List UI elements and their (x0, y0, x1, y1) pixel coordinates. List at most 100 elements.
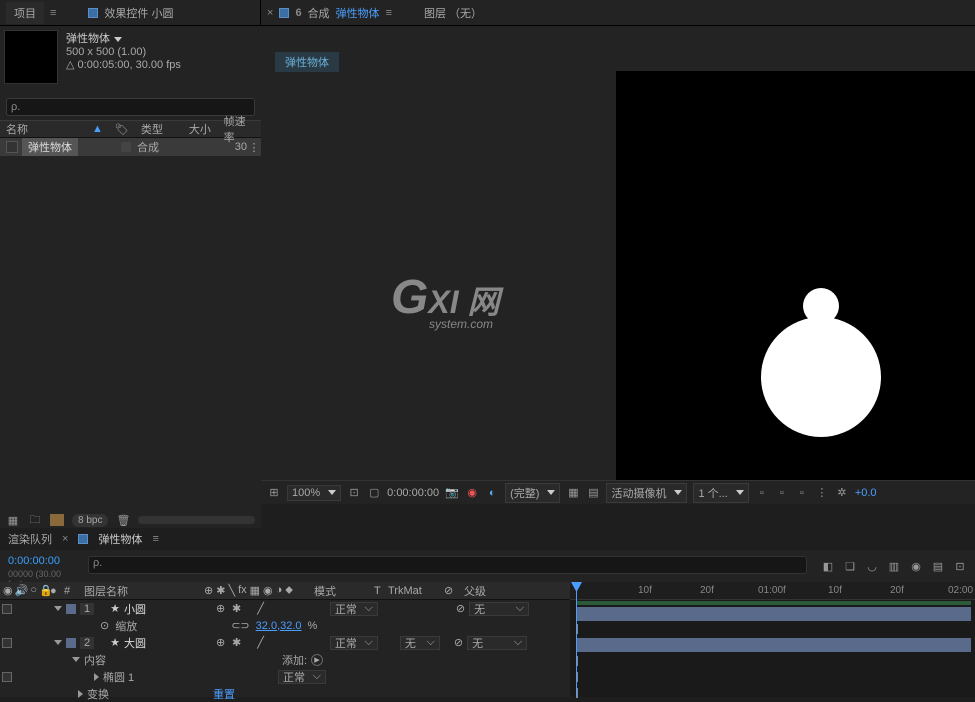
project-item-name[interactable]: 弹性物体 (22, 138, 78, 156)
trash-icon[interactable]: 🗑 (116, 513, 130, 527)
expand-transform[interactable] (78, 690, 83, 698)
grid-icon[interactable]: ▦ (566, 486, 580, 500)
layer-2-duration-bar[interactable] (576, 638, 971, 652)
roi-icon[interactable]: ▢ (367, 486, 381, 500)
switch-icon-2[interactable]: ✱ (216, 584, 225, 597)
timeline-search-input[interactable]: ρ. (88, 556, 807, 574)
shy-icon[interactable]: ◡ (865, 559, 879, 573)
mode-dropdown-1[interactable]: 正常⌵ (330, 602, 378, 616)
label-col[interactable]: ● (50, 585, 64, 597)
layer-1-duration-bar[interactable] (576, 607, 971, 621)
content-group-label[interactable]: 内容 (84, 652, 278, 668)
col-mode[interactable]: 模式 (314, 583, 374, 599)
reset-exposure-icon[interactable]: ✲ (835, 486, 849, 500)
sort-icon[interactable]: ▲ (86, 123, 109, 135)
item-menu-icon[interactable]: ⋮ (247, 141, 261, 154)
interpret-icon[interactable]: ▦ (6, 513, 20, 527)
tl-icon-2[interactable]: ❏ (843, 559, 857, 573)
pixel-aspect-icon[interactable]: ▫ (755, 486, 769, 500)
tl-tab-menu-icon[interactable]: ≡ (152, 533, 158, 545)
label-color-2[interactable] (66, 638, 76, 648)
time-ruler[interactable]: 10f 20f 01:00f 10f 20f 02:00 (570, 582, 975, 600)
new-folder-icon[interactable]: 🗀 (28, 513, 42, 527)
color-mgmt-icon[interactable]: ◐ (485, 486, 499, 500)
panel-menu-icon[interactable]: ≡ (50, 7, 56, 19)
switch-icon-6[interactable]: ◉ (263, 584, 273, 597)
render-queue-tab[interactable]: 渲染队列 (8, 531, 52, 547)
comp-thumbnail[interactable] (4, 30, 58, 84)
channel-icon[interactable]: ◉ (465, 486, 479, 500)
expand-layer-1[interactable] (54, 606, 62, 611)
eye-col-icon[interactable]: ◉ (3, 584, 13, 597)
solo-col-icon[interactable]: ○ (30, 584, 37, 597)
label-color[interactable] (121, 142, 131, 152)
quality-dropdown[interactable]: (完整) (505, 483, 560, 503)
tl-icon-7[interactable]: ⊡ (953, 559, 967, 573)
lock-icon[interactable]: 6 (295, 7, 301, 19)
ellipse-mode-dropdown[interactable]: 正常⌵ (278, 670, 326, 684)
parent-link-col-icon[interactable]: ⊘ (444, 584, 464, 597)
expand-content[interactable] (72, 657, 80, 662)
exposure-value[interactable]: +0.0 (855, 487, 877, 499)
project-tab[interactable]: 项目 (6, 2, 44, 24)
layer-name-1[interactable]: 小圆 (124, 601, 212, 617)
layer-name-2[interactable]: 大圆 (124, 635, 212, 651)
dropdown-icon[interactable] (114, 37, 122, 42)
viewer-sub-tab[interactable]: 弹性物体 (275, 52, 339, 72)
expand-ellipse[interactable] (94, 673, 99, 681)
flowchart-icon[interactable]: ⋮ (815, 486, 829, 500)
scroll-bar[interactable] (138, 516, 255, 524)
layer-tab[interactable]: 图层 （无） (424, 5, 482, 21)
close-tab-icon[interactable]: × (267, 7, 273, 19)
big-circle-shape[interactable] (761, 317, 881, 437)
tab-close-icon[interactable]: × (62, 533, 68, 545)
col-layer-name[interactable]: 图层名称 (84, 583, 204, 599)
switch-icon-1[interactable]: ⊕ (204, 584, 213, 597)
add-button[interactable]: ▸ (311, 654, 323, 666)
effects-tab[interactable]: 效果控件 小圆 (104, 5, 173, 21)
bpc-button[interactable]: 8 bpc (72, 514, 108, 527)
col-size[interactable]: 大小 (183, 121, 218, 137)
project-item-row[interactable]: 弹性物体 合成 30 ⋮ (0, 138, 261, 156)
snapshot-icon[interactable]: 📷 (445, 486, 459, 500)
switch-icon-5[interactable]: ▦ (250, 584, 260, 597)
label-color-1[interactable] (66, 604, 76, 614)
switch-icon-7[interactable]: ◑ (276, 584, 283, 597)
small-circle-shape[interactable] (803, 288, 839, 324)
magnify-icon[interactable]: ⊞ (267, 486, 281, 500)
visibility-toggle-2[interactable] (2, 638, 12, 648)
viewer-time[interactable]: 0:00:00:00 (387, 487, 439, 499)
resolution-icon[interactable]: ⊡ (347, 486, 361, 500)
frame-blend-icon[interactable]: ▥ (887, 559, 901, 573)
visibility-toggle-1[interactable] (2, 604, 12, 614)
switch-icon-3[interactable]: ╲ (228, 584, 235, 597)
switch-icon-8[interactable]: ⬥ (285, 584, 293, 597)
scale-property-label[interactable]: 缩放 (115, 618, 137, 634)
tl-icon-1[interactable]: ◧ (821, 559, 835, 573)
visibility-toggle-ellipse[interactable] (2, 672, 12, 682)
graph-editor-icon[interactable]: ▤ (931, 559, 945, 573)
col-type[interactable]: 类型 (135, 121, 183, 137)
col-trkmat[interactable]: TrkMat (388, 585, 444, 597)
ellipse-shape-label[interactable]: 椭圆 1 (103, 669, 134, 685)
label-icon[interactable]: 🏷 (109, 123, 135, 136)
col-parent[interactable]: 父级 (464, 583, 486, 599)
guides-icon[interactable]: ▤ (586, 486, 600, 500)
comp-name-link[interactable]: 弹性物体 (336, 5, 380, 21)
reset-button[interactable]: 重置 (213, 686, 235, 702)
work-area-bar[interactable] (576, 601, 971, 605)
timeline-icon[interactable]: ▫ (795, 486, 809, 500)
parent-link-icon-2[interactable]: ⊘ (454, 636, 463, 649)
parent-dropdown-1[interactable]: 无⌵ (469, 602, 529, 616)
parent-dropdown-2[interactable]: 无⌵ (467, 636, 527, 650)
camera-dropdown[interactable]: 活动摄像机 (606, 483, 687, 503)
transform-group-label[interactable]: 变换 (87, 686, 209, 702)
motion-blur-icon[interactable]: ◉ (909, 559, 923, 573)
new-comp-icon[interactable] (50, 514, 64, 526)
stopwatch-icon[interactable]: ⊙ (100, 619, 109, 632)
expand-layer-2[interactable] (54, 640, 62, 645)
tab-menu-icon[interactable]: ≡ (386, 7, 392, 19)
mode-dropdown-2[interactable]: 正常⌵ (330, 636, 378, 650)
trkmat-dropdown-2[interactable]: 无⌵ (400, 636, 440, 650)
views-dropdown[interactable]: 1 个... (693, 483, 748, 503)
